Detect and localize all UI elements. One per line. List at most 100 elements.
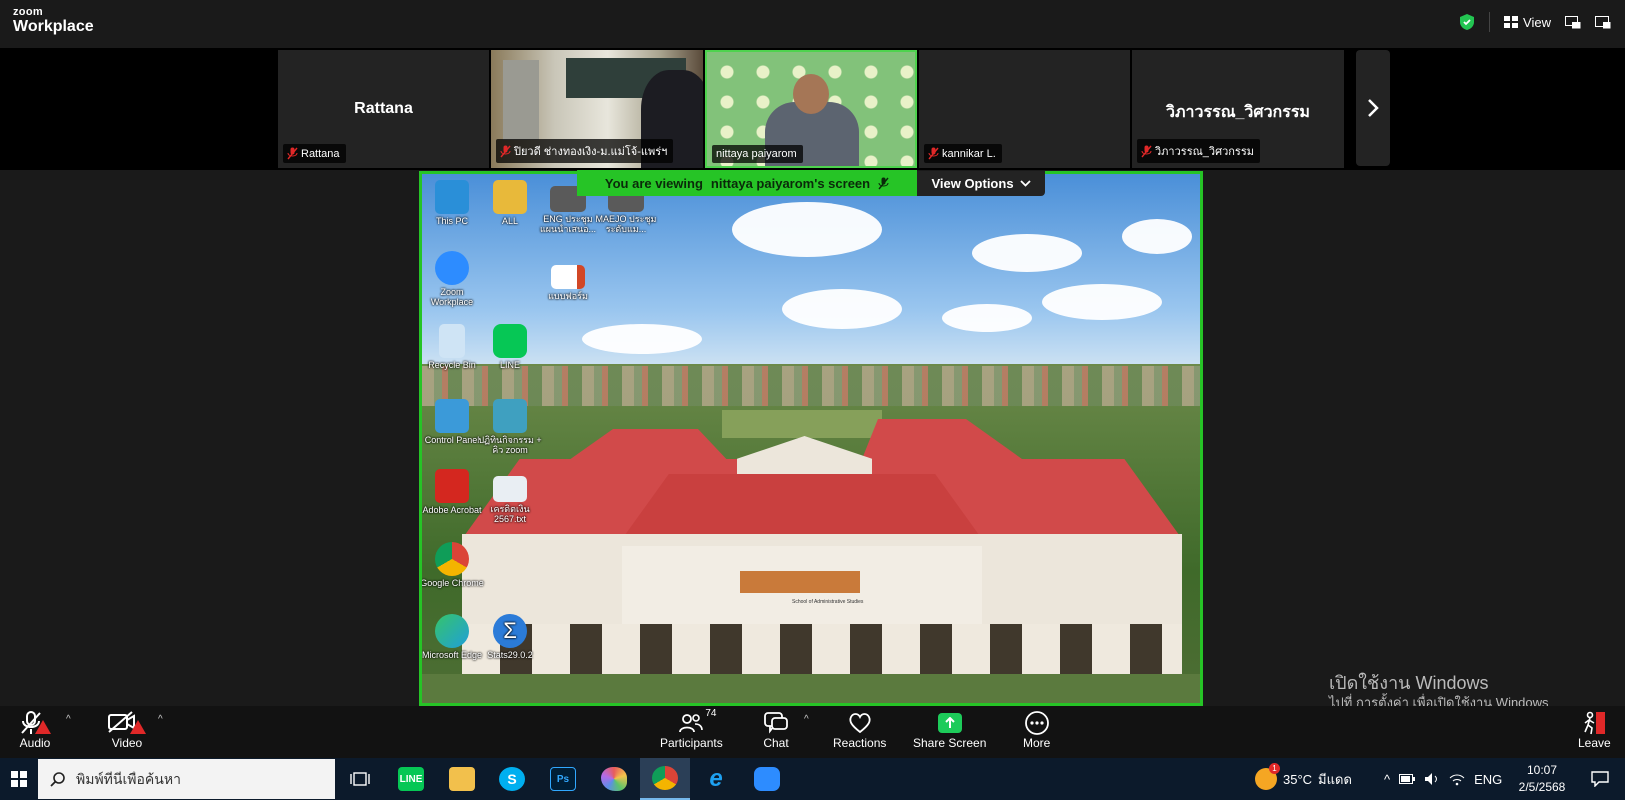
system-tray: ^ ENG [1384, 758, 1502, 800]
cloud-shape [732, 202, 882, 257]
share-screen-icon [937, 713, 962, 733]
system-clock[interactable]: 10:07 2/5/2568 [1512, 762, 1572, 796]
participant-tile-nittaya[interactable]: nittaya paiyarom [705, 50, 917, 168]
taskbar-app-photoshop[interactable]: Ps [538, 758, 588, 800]
meeting-controls-toolbar: Audio ^ Video ^ 74 Participants Chat ^ R… [0, 706, 1625, 758]
desktop-icon-this-pc[interactable]: This PC [422, 180, 484, 227]
more-button[interactable]: More [1023, 710, 1050, 750]
wifi-icon[interactable] [1449, 773, 1465, 786]
security-shield-icon[interactable] [1459, 13, 1475, 31]
photoshop-icon: Ps [550, 767, 576, 791]
participant-name: วิภาวรรณ_วิศวกรรม [1155, 146, 1254, 158]
chat-label: Chat [763, 736, 789, 750]
audio-options-caret[interactable]: ^ [66, 714, 71, 725]
participant-name-tag: nittaya paiyarom [712, 145, 803, 163]
view-options-label: View Options [931, 176, 1014, 191]
desktop-icon-control-panel[interactable]: Control Panel [422, 399, 484, 446]
speaker-icon[interactable] [1424, 772, 1440, 786]
camera-off-icon [108, 711, 146, 734]
leave-button[interactable]: Leave [1578, 710, 1611, 750]
taskbar-app-line[interactable]: LINE [386, 758, 436, 800]
video-options-caret[interactable]: ^ [158, 714, 163, 725]
chat-button[interactable]: Chat [763, 710, 789, 750]
participants-label: Participants [660, 736, 723, 750]
title-separator [1489, 12, 1491, 32]
chat-options-caret[interactable]: ^ [804, 714, 809, 725]
clock-date: 2/5/2568 [1518, 780, 1566, 794]
weather-widget[interactable]: 1 35°C มีแดด [1255, 758, 1352, 800]
input-language[interactable]: ENG [1474, 772, 1502, 787]
chat-icon [764, 712, 788, 734]
picture-in-picture-icon[interactable] [1565, 15, 1581, 29]
taskbar-app-skype[interactable]: S [487, 758, 537, 800]
taskbar-search-box[interactable] [38, 759, 335, 799]
taskbar-app-chrome[interactable] [640, 758, 690, 800]
taskbar-app-file-explorer[interactable] [437, 758, 487, 800]
building-sign-text: School of Administrative Studies [792, 599, 864, 605]
desktop-icon-line[interactable]: LINE [478, 324, 542, 371]
more-label: More [1023, 736, 1051, 750]
desktop-icon-zoom[interactable]: Zoom Workplace [422, 251, 484, 308]
spreadsheet-file-icon [493, 399, 527, 433]
desktop-icon-microsoft-edge[interactable]: Microsoft Edge [422, 614, 484, 661]
desktop-icon-label: ALL [501, 216, 518, 226]
desktop-icon-recycle-bin[interactable]: Recycle Bin [422, 324, 484, 371]
desktop-icon-label: MAEJO ประชุม ระดับแม... [595, 214, 657, 234]
view-button[interactable]: View [1504, 15, 1551, 30]
windows-taskbar: LINE S Ps e 1 35°C มีแดด ^ ENG 10:07 2/5… [0, 758, 1625, 800]
battery-icon[interactable] [1399, 774, 1416, 784]
desktop-icon-adobe-acrobat[interactable]: Adobe Acrobat [422, 469, 484, 516]
task-view-button[interactable] [335, 758, 385, 800]
desktop-icon-label: เครดิตเงิน 2567.txt [490, 504, 530, 524]
participant-tile-rattana[interactable]: Rattana Rattana [278, 50, 489, 168]
participant-tile-piyawadee[interactable]: ปิยวดี ช่างทองเงิง-ม.แม่โจ้-แพร่ฯ [491, 50, 703, 168]
wallpaper-foreground [422, 674, 1200, 703]
folder-icon [493, 180, 527, 214]
participant-name: Rattana [301, 147, 340, 160]
video-button[interactable]: Video [106, 710, 148, 750]
share-screen-button[interactable]: Share Screen [913, 710, 986, 750]
desktop-icon-label: Zoom Workplace [430, 287, 474, 307]
desktop-icon-all[interactable]: ALL [478, 180, 542, 227]
minimize-window-icon[interactable] [1595, 15, 1611, 29]
desktop-icon-stats[interactable]: Σ Stats29.0.2 [478, 614, 542, 661]
audio-button[interactable]: Audio [16, 710, 54, 750]
desktop-icon-calendar[interactable]: ปฏิทินกิจกรรม + คิว zoom [478, 399, 542, 456]
reactions-button[interactable]: Reactions [833, 710, 886, 750]
next-page-button[interactable] [1356, 50, 1390, 166]
participants-button[interactable]: 74 Participants [660, 708, 723, 750]
desktop-icon-label: Control Panel [424, 435, 480, 445]
taskbar-app-paint[interactable] [589, 758, 639, 800]
task-view-icon [350, 772, 370, 786]
desktop-icon-label: Recycle Bin [428, 360, 476, 370]
chrome-icon [652, 766, 678, 790]
mic-muted-icon [1141, 145, 1152, 157]
leave-label: Leave [1578, 736, 1611, 750]
desktop-icon-google-chrome[interactable]: Google Chrome [422, 542, 484, 589]
computer-icon [435, 180, 469, 214]
brand-large: Workplace [13, 18, 94, 35]
chrome-icon [435, 542, 469, 576]
desktop-icon-label: ENG ประชุม แผนนำเสนอ... [539, 214, 597, 234]
show-hidden-icons-chevron-icon[interactable]: ^ [1384, 772, 1390, 787]
heart-icon [849, 713, 871, 734]
weather-description: มีแดด [1318, 771, 1352, 787]
start-button[interactable] [0, 758, 38, 800]
cloud-shape [1042, 284, 1162, 320]
action-center-button[interactable] [1575, 758, 1625, 800]
desktop-icon-credit-file[interactable]: เครดิตเงิน 2567.txt [478, 476, 542, 525]
desktop-icon-form[interactable]: แบบฟอร์ม [536, 265, 600, 302]
participant-tile-wipawan[interactable]: วิภาวรรณ_วิศวกรรม วิภาวรรณ_วิศวกรรม [1132, 50, 1344, 168]
search-icon [50, 772, 65, 787]
acrobat-icon [435, 469, 469, 503]
taskbar-app-zoom[interactable] [742, 758, 792, 800]
participant-tile-kannikar[interactable]: kannikar L. [919, 50, 1130, 168]
taskbar-app-internet-explorer[interactable]: e [691, 758, 741, 800]
leave-door-icon [1584, 711, 1606, 735]
shared-screen-view[interactable]: School of Administrative Studies This PC… [419, 171, 1203, 706]
search-input[interactable] [76, 771, 306, 787]
cloud-shape [942, 304, 1032, 332]
desktop-icon-label: Adobe Acrobat [422, 505, 482, 515]
zoom-app-icon [754, 767, 780, 791]
view-options-button[interactable]: View Options [917, 171, 1045, 196]
